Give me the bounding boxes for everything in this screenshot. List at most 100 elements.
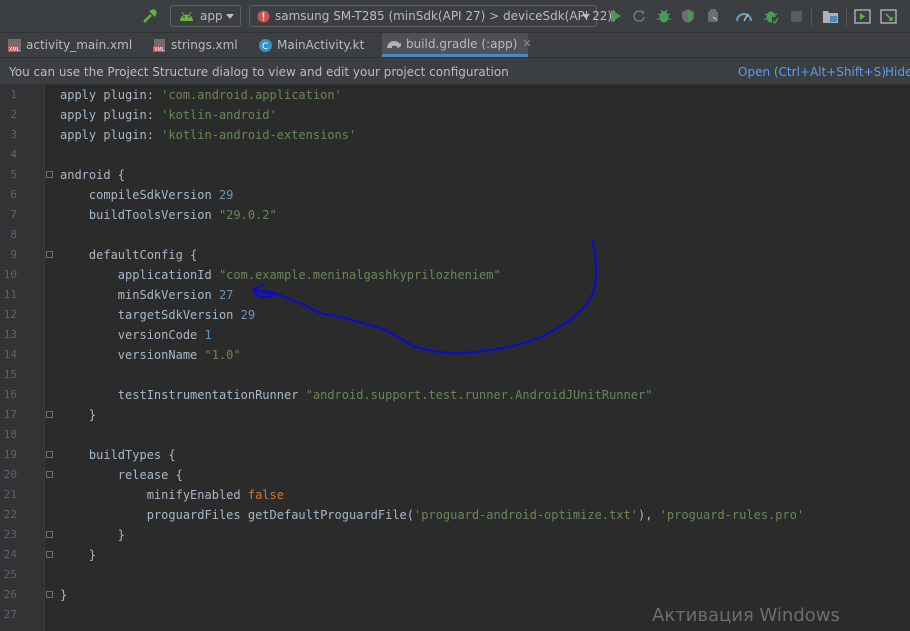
code-line[interactable]: 3 apply plugin: 'kotlin-android-extension…: [0, 125, 910, 145]
fold-marker[interactable]: [46, 531, 53, 538]
code-editor[interactable]: 1 apply plugin: 'com.android.application'…: [0, 85, 910, 631]
code-line[interactable]: 12 targetSdkVersion 29: [0, 305, 910, 325]
tab-label: MainActivity.kt: [277, 38, 365, 52]
fold-marker[interactable]: [46, 551, 53, 558]
code-token: }: [60, 408, 97, 422]
code-text: release {: [60, 465, 183, 485]
string-literal: "29.0.2": [218, 208, 277, 222]
code-line[interactable]: 13 versionCode 1: [0, 325, 910, 345]
code-text: minifyEnabled false: [60, 485, 284, 505]
code-text: apply plugin: 'kotlin-android': [60, 105, 277, 125]
attach-debugger-icon[interactable]: [735, 6, 753, 26]
code-line[interactable]: 7 buildToolsVersion "29.0.2": [0, 205, 910, 225]
code-line[interactable]: 25: [0, 565, 910, 585]
string-literal: 'proguard-android-optimize.txt': [414, 508, 638, 522]
code-text: targetSdkVersion 29: [60, 305, 255, 325]
number-literal: 29: [240, 308, 256, 322]
string-literal: 'kotlin-android-extensions': [161, 128, 357, 142]
line-number: 2: [10, 108, 17, 121]
line-number: 27: [3, 608, 17, 621]
tab-mainactivity-kt[interactable]: C MainActivity.kt: [257, 33, 377, 57]
code-token: release {: [60, 468, 183, 482]
close-icon[interactable]: ✕: [522, 37, 531, 50]
code-line[interactable]: 22 proguardFiles getDefaultProguardFile(…: [0, 505, 910, 525]
code-line[interactable]: 14 versionName "1.0": [0, 345, 910, 365]
line-number: 12: [3, 308, 17, 321]
xml-layout-icon: XML: [6, 37, 22, 53]
code-line[interactable]: 11 minSdkVersion 27: [0, 285, 910, 305]
fold-marker[interactable]: [46, 251, 53, 258]
code-token: targetSdkVersion: [60, 308, 241, 322]
run-configuration-select[interactable]: app: [170, 5, 241, 27]
chevron-down-icon: [582, 14, 590, 19]
code-token: }: [60, 548, 97, 562]
line-number: 18: [3, 428, 17, 441]
code-line[interactable]: 18: [0, 425, 910, 445]
fold-marker[interactable]: [46, 591, 53, 598]
coverage-icon[interactable]: [679, 6, 697, 26]
line-number: 23: [3, 528, 17, 541]
apply-changes-icon[interactable]: [630, 6, 648, 26]
debug-icon[interactable]: [655, 6, 673, 26]
code-line[interactable]: 9 defaultConfig {: [0, 245, 910, 265]
tab-label: build.gradle (:app): [406, 36, 518, 51]
code-line[interactable]: 5 android {: [0, 165, 910, 185]
run-icon[interactable]: [606, 6, 624, 26]
code-token: versionName: [60, 348, 205, 362]
code-line[interactable]: 21 minifyEnabled false: [0, 485, 910, 505]
line-number: 16: [3, 388, 17, 401]
keyword: false: [247, 488, 284, 502]
avd-manager-icon[interactable]: [853, 6, 871, 26]
open-project-structure-link[interactable]: Open (Ctrl+Alt+Shift+S): [738, 65, 886, 79]
line-number: 11: [3, 288, 17, 301]
line-number: 17: [3, 408, 17, 421]
device-select[interactable]: samsung SM-T285 (minSdk(API 27) > device…: [249, 5, 617, 27]
code-line[interactable]: 16 testInstrumentationRunner "android.su…: [0, 385, 910, 405]
code-line[interactable]: 6 compileSdkVersion 29: [0, 185, 910, 205]
code-line[interactable]: 17 }: [0, 405, 910, 425]
code-token: applicationId: [60, 268, 219, 282]
windows-activation-watermark: Активация Windows: [652, 605, 840, 626]
line-number: 3: [10, 128, 17, 141]
fold-marker[interactable]: [46, 471, 53, 478]
fold-marker[interactable]: [46, 411, 53, 418]
line-number: 1: [10, 88, 17, 101]
debug-attach-icon[interactable]: [762, 6, 780, 26]
code-token: }: [60, 588, 68, 602]
code-token: apply plugin:: [60, 128, 162, 142]
line-number: 6: [10, 188, 17, 201]
code-line[interactable]: 15: [0, 365, 910, 385]
code-token: compileSdkVersion: [60, 188, 219, 202]
tab-activity-main-xml[interactable]: XML activity_main.xml: [6, 33, 146, 57]
line-number: 14: [3, 348, 17, 361]
number-literal: 1: [204, 328, 212, 342]
code-line[interactable]: 2 apply plugin: 'kotlin-android': [0, 105, 910, 125]
code-line[interactable]: 8: [0, 225, 910, 245]
line-number: 25: [3, 568, 17, 581]
code-token: }: [60, 528, 126, 542]
string-literal: "com.example.meninalgashkyprilozheniem": [218, 268, 501, 282]
tab-build-gradle-app[interactable]: build.gradle (:app) ✕: [382, 33, 532, 57]
code-line[interactable]: 23 }: [0, 525, 910, 545]
code-line[interactable]: 10 applicationId "com.example.meninalgas…: [0, 265, 910, 285]
editor-tab-bar: XML activity_main.xml XML strings.xml C …: [0, 33, 910, 58]
project-structure-icon[interactable]: [821, 6, 839, 26]
code-line[interactable]: 24 }: [0, 545, 910, 565]
tab-strings-xml[interactable]: XML strings.xml: [151, 33, 251, 57]
code-line[interactable]: 4: [0, 145, 910, 165]
stop-icon[interactable]: [787, 6, 805, 26]
code-line[interactable]: 19 buildTypes {: [0, 445, 910, 465]
code-text: applicationId "com.example.meninalgashky…: [60, 265, 501, 285]
sdk-manager-icon[interactable]: [879, 6, 897, 26]
fold-marker[interactable]: [46, 171, 53, 178]
profile-icon[interactable]: [704, 6, 722, 26]
fold-marker[interactable]: [46, 451, 53, 458]
code-line[interactable]: 20 release {: [0, 465, 910, 485]
code-line[interactable]: 26}: [0, 585, 910, 605]
hide-notification-link[interactable]: Hide: [885, 65, 910, 79]
code-text: apply plugin: 'com.android.application': [60, 85, 342, 105]
code-line[interactable]: 1 apply plugin: 'com.android.application': [0, 85, 910, 105]
hammer-icon[interactable]: [141, 6, 159, 26]
line-number: 9: [10, 248, 17, 261]
number-literal: 27: [218, 288, 234, 302]
